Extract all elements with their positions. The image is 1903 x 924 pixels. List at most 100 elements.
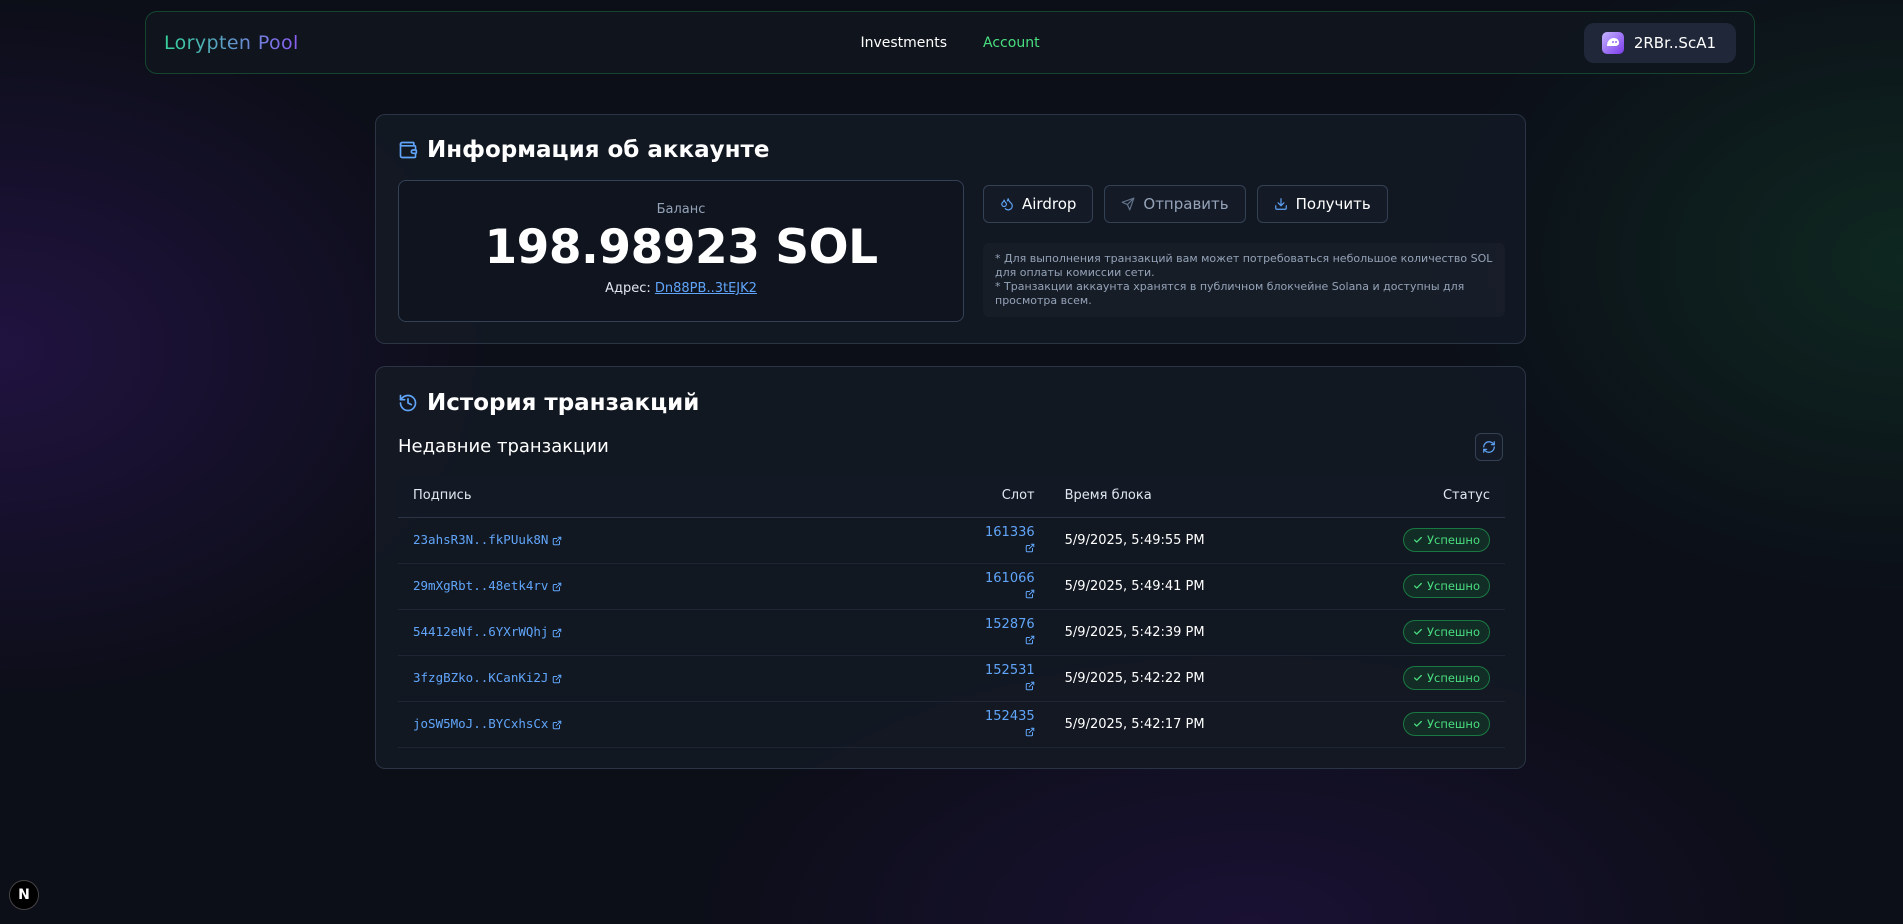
external-link-icon[interactable] [1025, 543, 1035, 553]
col-block-time: Время блока [1050, 475, 1305, 518]
status-label: Успешно [1426, 533, 1480, 547]
signature-link[interactable]: 23ahsR3N..fkPUuk8N [413, 532, 548, 547]
nav-links: Investments Account [860, 35, 1039, 51]
slot-link[interactable]: 152531 [985, 663, 1035, 678]
external-link-icon[interactable] [552, 536, 562, 546]
phantom-wallet-icon [1601, 31, 1624, 54]
history-heading: История транзакций [427, 390, 700, 416]
block-time-cell: 5/9/2025, 5:49:55 PM [1064, 532, 1205, 548]
signature-cell: 29mXgRbt..48etk4rv [398, 563, 970, 609]
account-info-heading: Информация об аккаунте [427, 137, 770, 163]
status-cell: Успешно [1305, 609, 1505, 655]
wallet-icon [399, 141, 418, 159]
note-public: * Транзакции аккаунта хранятся в публичн… [995, 280, 1465, 307]
block-time-cell: 5/9/2025, 5:42:39 PM [1064, 624, 1205, 640]
nav-link-investments[interactable]: Investments [860, 35, 947, 51]
send-icon [1121, 197, 1135, 211]
top-navbar: Lorypten Pool Investments Account 2RBr..… [145, 11, 1755, 74]
status-label: Успешно [1426, 671, 1480, 685]
history-title: История транзакций [398, 390, 699, 416]
transaction-history-card: История транзакций Недавние транзакции П… [375, 366, 1526, 769]
transactions-table: Подпись Слот Время блока Статус 23ahsR3N… [398, 475, 1505, 748]
signature-link[interactable]: 54412eNf..6YXrWQhj [413, 624, 548, 639]
send-button[interactable]: Отправить [1104, 185, 1246, 223]
nav-link-account[interactable]: Account [983, 35, 1040, 51]
table-row: 23ahsR3N..fkPUuk8N 161336 5/9/2025, 5:49:5… [398, 517, 1505, 563]
col-signature: Подпись [398, 475, 970, 518]
status-label: Успешно [1426, 717, 1480, 731]
signature-cell: 3fzgBZko..KCanKi2J [398, 655, 970, 701]
download-icon [1274, 198, 1287, 210]
slot-link[interactable]: 161336 [985, 525, 1035, 540]
balance-value: 198.98923 SOL [484, 220, 878, 275]
external-link-icon[interactable] [1025, 681, 1035, 691]
note-fee: * Для выполнения транзакций вам может по… [995, 252, 1493, 279]
check-icon [1413, 535, 1423, 545]
account-info-card: Информация об аккаунте Баланс 198.98923 … [375, 114, 1526, 344]
refresh-button[interactable] [1475, 433, 1503, 461]
external-link-icon[interactable] [1025, 635, 1035, 645]
slot-cell: 161336 [970, 517, 1051, 563]
airdrop-button[interactable]: Airdrop [983, 185, 1094, 223]
signature-link[interactable]: 29mXgRbt..48etk4rv [413, 578, 548, 593]
status-cell: Успешно [1305, 655, 1505, 701]
receive-button[interactable]: Получить [1256, 185, 1388, 223]
external-link-icon[interactable] [552, 720, 562, 730]
signature-link[interactable]: 3fzgBZko..KCanKi2J [413, 670, 548, 685]
slot-link[interactable]: 152435 [985, 709, 1035, 724]
status-badge: Успешно [1402, 620, 1490, 644]
account-info-title: Информация об аккаунте [398, 137, 769, 163]
address-prefix: Адрес: [605, 281, 651, 296]
wallet-address-label: 2RBr..ScA1 [1633, 33, 1716, 52]
status-badge: Успешно [1402, 712, 1490, 736]
check-icon [1413, 673, 1423, 683]
send-label: Отправить [1143, 195, 1229, 213]
table-row: 3fzgBZko..KCanKi2J 152531 5/9/2025, 5:42:2… [398, 655, 1505, 701]
external-link-icon[interactable] [552, 628, 562, 638]
col-status: Статус [1305, 475, 1505, 518]
droplets-icon [1001, 198, 1013, 211]
slot-cell: 152531 [970, 655, 1051, 701]
address-link[interactable]: Dn88PB..3tEJK2 [655, 281, 757, 296]
wallet-button[interactable]: 2RBr..ScA1 [1583, 22, 1736, 63]
history-icon [399, 394, 417, 412]
external-link-icon[interactable] [552, 674, 562, 684]
check-icon [1413, 627, 1423, 637]
balance-address: Адрес: Dn88PB..3tEJK2 [399, 281, 963, 296]
status-cell: Успешно [1305, 563, 1505, 609]
nextjs-dev-badge[interactable]: N [9, 880, 39, 910]
status-cell: Успешно [1305, 701, 1505, 747]
slot-cell: 152435 [970, 701, 1051, 747]
col-slot: Слот [970, 475, 1051, 518]
block-time-cell: 5/9/2025, 5:49:41 PM [1064, 578, 1205, 594]
signature-link[interactable]: joSW5MoJ..BYCxhsCx [413, 716, 548, 731]
slot-link[interactable]: 152876 [985, 617, 1035, 632]
slot-link[interactable]: 161066 [985, 571, 1035, 586]
status-label: Успешно [1426, 579, 1480, 593]
table-row: joSW5MoJ..BYCxhsCx 152435 5/9/2025, 5:42:1… [398, 701, 1505, 747]
status-cell: Успешно [1305, 517, 1505, 563]
refresh-icon [1483, 441, 1495, 453]
signature-cell: joSW5MoJ..BYCxhsCx [398, 701, 970, 747]
check-icon [1413, 581, 1423, 591]
status-badge: Успешно [1402, 666, 1490, 690]
account-actions: Airdrop Отправить Получить [983, 185, 1388, 223]
recent-transactions-heading: Недавние транзакции [398, 436, 609, 457]
brand-logo[interactable]: Lorypten Pool [164, 32, 299, 54]
table-row: 29mXgRbt..48etk4rv 161066 5/9/2025, 5:49:4… [398, 563, 1505, 609]
balance-panel: Баланс 198.98923 SOL Адрес: Dn88PB..3tEJ… [398, 180, 964, 322]
status-label: Успешно [1426, 625, 1480, 639]
receive-label: Получить [1295, 195, 1371, 213]
status-badge: Успешно [1402, 574, 1490, 598]
table-header-row: Подпись Слот Время блока Статус [398, 475, 1505, 518]
status-badge: Успешно [1402, 528, 1490, 552]
account-notes: * Для выполнения транзакций вам может по… [983, 243, 1505, 317]
slot-cell: 152876 [970, 609, 1051, 655]
check-icon [1413, 719, 1423, 729]
external-link-icon[interactable] [552, 582, 562, 592]
slot-cell: 161066 [970, 563, 1051, 609]
block-time-cell: 5/9/2025, 5:42:22 PM [1064, 670, 1205, 686]
external-link-icon[interactable] [1025, 589, 1035, 599]
external-link-icon[interactable] [1025, 727, 1035, 737]
signature-cell: 23ahsR3N..fkPUuk8N [398, 517, 970, 563]
